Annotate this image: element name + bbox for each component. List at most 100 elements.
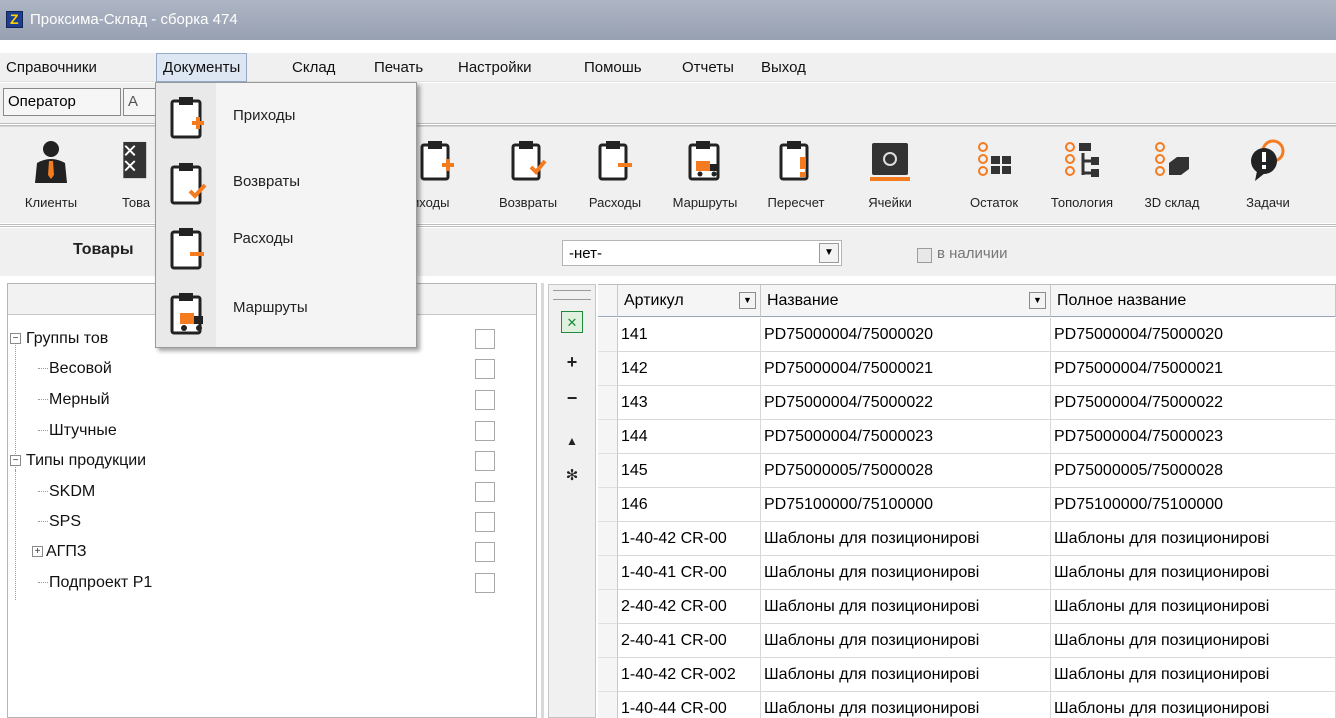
tree-checkbox[interactable]	[475, 573, 495, 593]
chevron-down-icon[interactable]: ▼	[819, 243, 839, 263]
grid-cell[interactable]: 142	[618, 352, 761, 386]
collapse-icon[interactable]: −	[10, 333, 21, 344]
grid-cell[interactable]: PD75000004/75000020	[1051, 318, 1336, 352]
grid-cell[interactable]: Шаблоны для позиционировi	[1051, 624, 1336, 658]
grid-cell[interactable]: 143	[618, 386, 761, 420]
row-indicator[interactable]	[598, 352, 618, 386]
excel-export-icon[interactable]: ✕	[561, 311, 583, 333]
toolbar-routes-button[interactable]: Маршруты	[662, 127, 748, 222]
toolbar-topology-button[interactable]: Топология	[1034, 127, 1130, 222]
menu-sklad[interactable]: Склад	[286, 53, 341, 82]
toolbar-recount-button[interactable]: Пересчет	[748, 127, 844, 222]
grid-cell[interactable]: 1-40-41 CR-00	[618, 556, 761, 590]
toolbar-clients-button[interactable]: Клиенты	[0, 127, 102, 222]
grid-cell[interactable]: 2-40-41 CR-00	[618, 624, 761, 658]
grid-cell[interactable]: PD75100000/75100000	[1051, 488, 1336, 522]
tree-item-podproekt-p1[interactable]: Подпроект P1	[8, 568, 536, 598]
grid-cell[interactable]: PD75100000/75100000	[761, 488, 1051, 522]
menu-reports[interactable]: Отчеты	[676, 53, 740, 82]
grid-cell[interactable]: 141	[618, 318, 761, 352]
toolbar-returns-button[interactable]: Возвраты	[488, 127, 568, 222]
toolbar-prihody-button[interactable]: иходы	[408, 127, 488, 222]
expand-icon[interactable]: +	[32, 546, 43, 557]
toolbar-remainder-button[interactable]: Остаток	[954, 127, 1034, 222]
grid-cell[interactable]: 1-40-42 CR-002	[618, 658, 761, 692]
toolbar-cells-button[interactable]: Ячейки	[852, 127, 928, 222]
remove-row-icon[interactable]: −	[561, 387, 583, 409]
in-stock-checkbox[interactable]	[917, 248, 932, 263]
grid-cell[interactable]: 145	[618, 454, 761, 488]
tree-item-vesovoy[interactable]: Весовой	[8, 354, 536, 384]
tree-item-product-types[interactable]: − Типы продукции	[8, 446, 536, 476]
tree-item-agpz[interactable]: + АГПЗ	[8, 537, 536, 567]
operator-button[interactable]: Оператор	[3, 88, 121, 116]
row-indicator[interactable]	[598, 624, 618, 658]
tree-checkbox[interactable]	[475, 390, 495, 410]
toolbar-products-button[interactable]: Това	[102, 127, 154, 222]
row-indicator[interactable]	[598, 454, 618, 488]
column-filter-icon[interactable]: ▼	[739, 292, 756, 309]
scroll-up-icon[interactable]: ▲	[561, 430, 583, 452]
grid-cell[interactable]: 146	[618, 488, 761, 522]
row-indicator[interactable]	[598, 386, 618, 420]
row-indicator[interactable]	[598, 590, 618, 624]
row-indicator[interactable]	[598, 692, 618, 718]
add-row-icon[interactable]: +	[561, 351, 583, 373]
row-indicator[interactable]	[598, 658, 618, 692]
grid-cell[interactable]: Шаблоны для позиционировi	[761, 522, 1051, 556]
grid-cell[interactable]: Шаблоны для позиционировi	[1051, 658, 1336, 692]
row-indicator[interactable]	[598, 522, 618, 556]
tree-checkbox[interactable]	[475, 451, 495, 471]
tree-item-shtuchnye[interactable]: Штучные	[8, 416, 536, 446]
filter-combobox[interactable]: -нет- ▼	[562, 240, 842, 266]
tree-checkbox[interactable]	[475, 512, 495, 532]
grid-cell[interactable]: PD75000004/75000022	[1051, 386, 1336, 420]
tree-checkbox[interactable]	[475, 359, 495, 379]
grid-cell[interactable]: PD75000004/75000023	[761, 420, 1051, 454]
grid-cell[interactable]: PD75000004/75000020	[761, 318, 1051, 352]
tree-item-merny[interactable]: Мерный	[8, 385, 536, 415]
menu-settings[interactable]: Настройки	[452, 53, 538, 82]
menu-documents[interactable]: Документы	[156, 53, 248, 82]
refresh-icon[interactable]: ✻	[561, 465, 583, 487]
tree-checkbox[interactable]	[475, 421, 495, 441]
toolbar-tasks-button[interactable]: Задачи	[1230, 127, 1306, 222]
grid-cell[interactable]: PD75000004/75000023	[1051, 420, 1336, 454]
menu-item-marshruty[interactable]: Маршруты	[156, 281, 416, 345]
grid-cell[interactable]: Шаблоны для позиционировi	[761, 556, 1051, 590]
grid-cell[interactable]: Шаблоны для позиционировi	[1051, 692, 1336, 718]
tree-item-sps[interactable]: SPS	[8, 507, 536, 537]
menu-help[interactable]: Помошь	[578, 53, 648, 82]
grid-cell[interactable]: PD75000005/75000028	[761, 454, 1051, 488]
toolbar-3d-warehouse-button[interactable]: 3D склад	[1130, 127, 1214, 222]
menu-item-rashody[interactable]: Расходы	[156, 216, 416, 280]
grid-cell[interactable]: PD75000004/75000022	[761, 386, 1051, 420]
grid-cell[interactable]: PD75000005/75000028	[1051, 454, 1336, 488]
grid-cell[interactable]: Шаблоны для позиционировi	[761, 692, 1051, 718]
tree-item-skdm[interactable]: SKDM	[8, 477, 536, 507]
grid-cell[interactable]: Шаблоны для позиционировi	[1051, 522, 1336, 556]
grid-cell[interactable]: Шаблоны для позиционировi	[761, 590, 1051, 624]
grid-cell[interactable]: Шаблоны для позиционировi	[761, 624, 1051, 658]
row-indicator[interactable]	[598, 488, 618, 522]
column-header-article[interactable]: Артикул ▼	[618, 285, 761, 317]
menu-item-prihody[interactable]: Приходы	[156, 85, 416, 149]
menu-item-vozvraty[interactable]: Возвраты	[156, 151, 416, 215]
tree-checkbox[interactable]	[475, 482, 495, 502]
grid-cell[interactable]: Шаблоны для позиционировi	[1051, 556, 1336, 590]
row-indicator[interactable]	[598, 420, 618, 454]
column-header-name[interactable]: Название ▼	[761, 285, 1051, 317]
grid-cell[interactable]: 1-40-44 CR-00	[618, 692, 761, 718]
grid-cell[interactable]: PD75000004/75000021	[1051, 352, 1336, 386]
tree-checkbox[interactable]	[475, 542, 495, 562]
row-indicator[interactable]	[598, 318, 618, 352]
menu-exit[interactable]: Выход	[755, 53, 812, 82]
grid-cell[interactable]: PD75000004/75000021	[761, 352, 1051, 386]
column-header-full-name[interactable]: Полное название	[1051, 285, 1336, 317]
grid-cell[interactable]: 144	[618, 420, 761, 454]
menu-print[interactable]: Печать	[368, 53, 429, 82]
grid-cell[interactable]: 2-40-42 CR-00	[618, 590, 761, 624]
panel-splitter[interactable]	[541, 283, 544, 718]
toolbar-rashody-button[interactable]: Расходы	[570, 127, 660, 222]
grid-cell[interactable]: Шаблоны для позиционировi	[1051, 590, 1336, 624]
